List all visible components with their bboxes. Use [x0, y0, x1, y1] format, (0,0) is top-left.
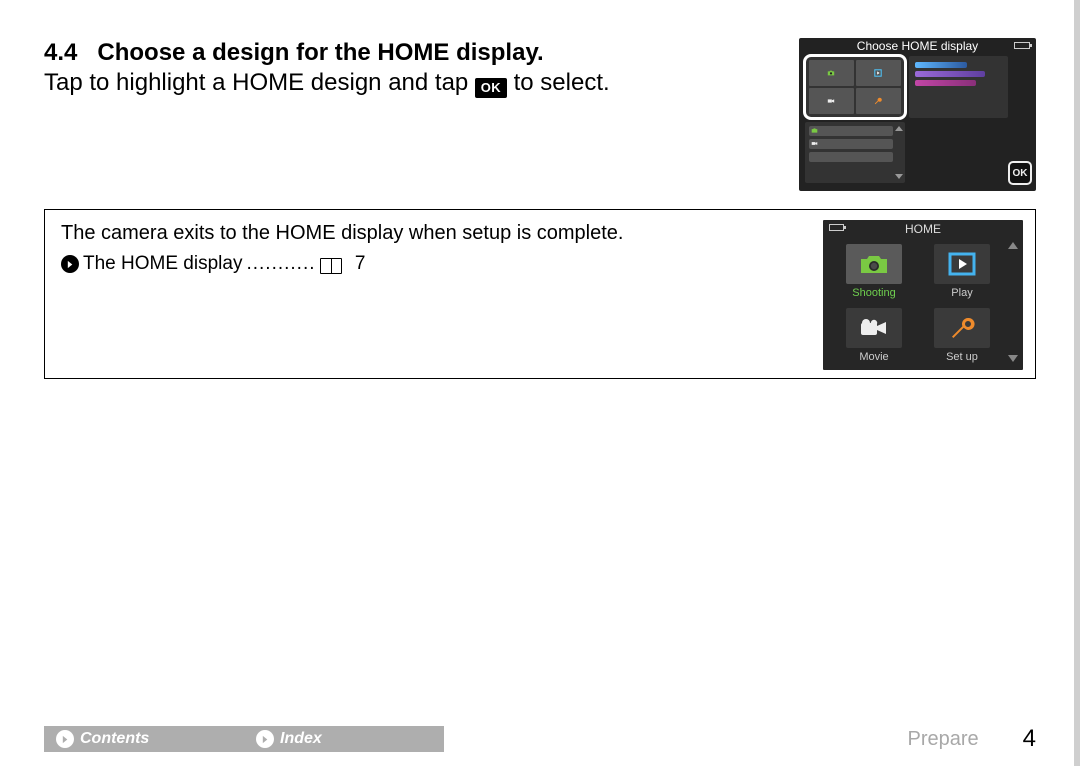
battery-icon	[1014, 42, 1030, 49]
movie-icon	[809, 88, 854, 114]
chevron-up-icon	[1008, 242, 1018, 249]
footer-index-label: Index	[280, 730, 322, 748]
figure-home: HOME Shooting Play	[823, 220, 1023, 370]
note-text: The camera exits to the HOME display whe…	[61, 220, 809, 246]
play-icon	[934, 244, 990, 284]
theme-option-1[interactable]	[805, 56, 905, 118]
figure2-title: HOME	[823, 222, 1023, 236]
note-link-label: The HOME display	[83, 252, 242, 277]
note-link[interactable]: The HOME display ........... 7	[61, 252, 809, 277]
arrow-right-icon	[56, 730, 74, 748]
figure1-title: Choose HOME display	[799, 39, 1036, 53]
camera-icon	[846, 244, 902, 284]
home-item-label: Movie	[859, 351, 888, 363]
home-item-movie[interactable]: Movie	[835, 306, 913, 364]
wrench-icon	[934, 308, 990, 348]
ok-inline-icon: OK	[475, 78, 507, 98]
camera-icon	[809, 126, 893, 136]
theme-choices	[805, 56, 1008, 183]
note-page-ref: 7	[355, 252, 366, 277]
home-item-shooting[interactable]: Shooting	[835, 242, 913, 300]
home-item-label: Set up	[946, 351, 978, 363]
footer-contents-label: Contents	[80, 730, 149, 748]
scrollbar[interactable]	[1007, 242, 1019, 362]
book-icon	[320, 258, 342, 274]
note-box: The camera exits to the HOME display whe…	[44, 209, 1036, 379]
right-thumb-tab	[1074, 0, 1080, 766]
footer-section: Prepare	[907, 726, 1022, 752]
battery-icon	[829, 224, 844, 231]
step-text: 4.4 Choose a design for the HOME display…	[44, 38, 781, 98]
camera-icon	[809, 60, 854, 86]
movie-icon	[846, 308, 902, 348]
play-icon	[856, 60, 901, 86]
home-item-label: Shooting	[852, 287, 895, 299]
step-body-1: Tap to highlight a HOME design and tap	[44, 69, 468, 96]
wrench-icon	[856, 88, 901, 114]
arrow-right-icon	[61, 255, 79, 273]
arrow-right-icon	[256, 730, 274, 748]
movie-icon	[809, 139, 893, 149]
chevron-down-icon	[1008, 355, 1018, 362]
home-item-label: Play	[951, 287, 972, 299]
note-link-dots: ...........	[246, 252, 315, 277]
home-item-play[interactable]: Play	[923, 242, 1001, 300]
theme-option-2[interactable]	[909, 56, 1009, 118]
step-title: Choose a design for the HOME display.	[97, 39, 543, 66]
theme-option-empty	[909, 122, 1009, 184]
ok-button[interactable]: OK	[1008, 161, 1032, 185]
figure-choose-home: Choose HOME display	[799, 38, 1036, 191]
footer-index-tab[interactable]: Index	[244, 726, 444, 752]
home-item-setup[interactable]: Set up	[923, 306, 1001, 364]
footer-page-number: 4	[1023, 726, 1036, 752]
footer: Contents Index Prepare 4	[44, 726, 1036, 752]
step-number: 4.4	[44, 39, 77, 66]
footer-contents-tab[interactable]: Contents	[44, 726, 244, 752]
step-body-2: to select.	[514, 69, 610, 96]
theme-option-3[interactable]	[805, 122, 905, 184]
